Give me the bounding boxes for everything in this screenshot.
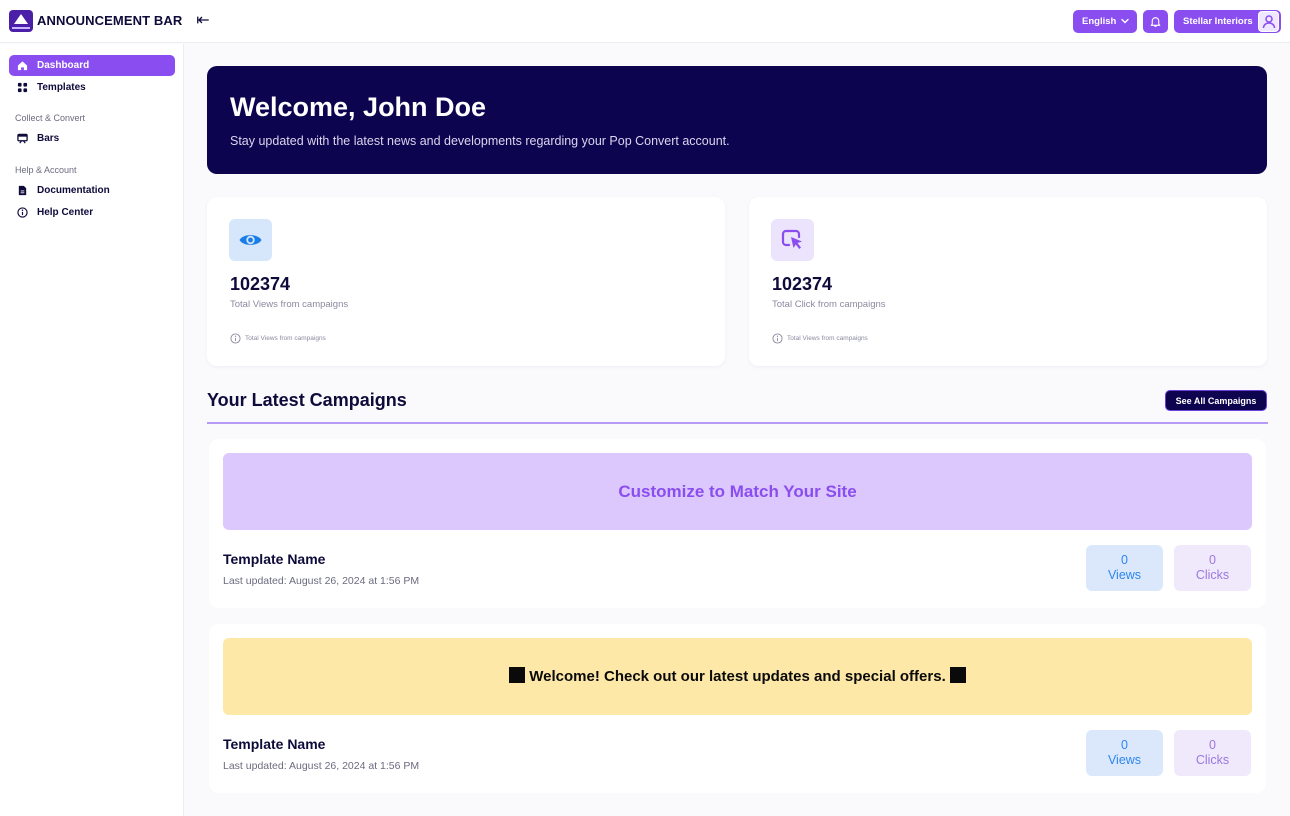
sidebar-item-help-center[interactable]: Help Center — [9, 202, 175, 223]
bar-icon — [17, 133, 28, 144]
stat-label: Total Click from campaigns — [772, 299, 886, 310]
campaign-preview-text: Customize to Match Your Site — [618, 482, 857, 501]
bell-icon — [1150, 17, 1161, 27]
section-title: Your Latest Campaigns — [207, 390, 407, 410]
square-icon — [949, 667, 966, 683]
chevron-down-icon — [1121, 18, 1129, 24]
stat-info: Total Views from campaigns — [772, 333, 868, 344]
user-icon — [1262, 15, 1276, 29]
sidebar-item-documentation[interactable]: Documentation — [9, 180, 175, 201]
stat-icon-box — [229, 219, 272, 261]
notifications-button[interactable] — [1143, 10, 1168, 33]
sidebar-item-label: Dashboard — [37, 60, 90, 71]
square-icon — [509, 667, 526, 683]
stat-card-clicks: 102374 Total Click from campaigns Total … — [749, 197, 1267, 366]
account-name: Stellar Interiors — [1183, 16, 1253, 27]
campaign-preview[interactable]: Customize to Match Your Site — [223, 453, 1252, 530]
home-icon — [17, 61, 28, 71]
language-label: English — [1082, 16, 1117, 27]
stat-label: Total Views from campaigns — [230, 299, 349, 310]
eye-icon — [239, 235, 262, 245]
campaign-preview[interactable]: Welcome! Check out our latest updates an… — [223, 638, 1252, 715]
info-icon — [772, 333, 783, 344]
clicks-metric[interactable]: 0 Clicks — [1174, 730, 1251, 776]
divider — [207, 422, 1268, 424]
campaign-name: Template Name — [223, 736, 326, 752]
welcome-subtitle: Stay updated with the latest news and de… — [230, 134, 730, 148]
language-dropdown[interactable]: English — [1073, 10, 1137, 33]
clicks-metric[interactable]: 0 Clicks — [1174, 545, 1251, 591]
document-icon — [18, 185, 27, 196]
campaign-card[interactable]: Customize to Match Your Site Template Na… — [209, 439, 1266, 608]
see-all-campaigns-button[interactable]: See All Campaigns — [1165, 390, 1267, 411]
campaign-name: Template Name — [223, 551, 326, 567]
campaign-card[interactable]: Welcome! Check out our latest updates an… — [209, 624, 1266, 793]
views-label: Views — [1107, 568, 1142, 582]
sidebar-item-label: Help Center — [37, 207, 94, 218]
sidebar-section-title: Help & Account — [15, 165, 77, 175]
views-metric[interactable]: 0 Views — [1086, 730, 1163, 776]
grid-icon — [17, 82, 28, 93]
sidebar-item-label: Templates — [37, 82, 86, 93]
welcome-banner: Welcome, John Doe Stay updated with the … — [207, 66, 1267, 174]
stat-value: 102374 — [230, 274, 291, 294]
info-icon — [17, 207, 28, 218]
app-logo — [9, 10, 33, 32]
sidebar: Dashboard Templates Collect & Convert Ba… — [0, 44, 184, 816]
sidebar-item-label: Bars — [37, 133, 60, 144]
views-count: 0 — [1121, 738, 1128, 752]
sidebar-item-dashboard[interactable]: Dashboard — [9, 55, 175, 76]
views-label: Views — [1107, 753, 1142, 767]
sidebar-item-templates[interactable]: Templates — [9, 77, 175, 98]
clicks-label: Clicks — [1195, 753, 1230, 767]
views-count: 0 — [1121, 553, 1128, 567]
app-title: ANNOUNCEMENT BAR — [37, 13, 183, 28]
stat-value: 102374 — [772, 274, 833, 294]
campaign-preview-text: Welcome! Check out our latest updates an… — [529, 668, 946, 685]
account-menu-button[interactable]: Stellar Interiors — [1174, 10, 1281, 33]
views-metric[interactable]: 0 Views — [1086, 545, 1163, 591]
campaign-updated: Last updated: August 26, 2024 at 1:56 PM — [223, 575, 420, 587]
info-icon — [230, 333, 241, 344]
stat-info-text: Total Views from campaigns — [245, 335, 326, 342]
campaign-updated: Last updated: August 26, 2024 at 1:56 PM — [223, 760, 420, 772]
sidebar-item-bars[interactable]: Bars — [9, 128, 175, 149]
clicks-count: 0 — [1209, 738, 1216, 752]
stat-icon-box — [771, 219, 814, 261]
clicks-label: Clicks — [1195, 568, 1230, 582]
collapse-sidebar-icon[interactable]: ⇤ — [193, 11, 213, 31]
sidebar-item-label: Documentation — [37, 185, 110, 196]
cursor-click-icon — [781, 229, 802, 249]
page-title: Welcome, John Doe — [230, 92, 487, 122]
avatar — [1258, 11, 1279, 32]
sidebar-section-title: Collect & Convert — [15, 113, 86, 123]
stat-info-text: Total Views from campaigns — [787, 335, 868, 342]
top-header: ANNOUNCEMENT BAR ⇤ English Stellar Inter… — [0, 0, 1290, 43]
clicks-count: 0 — [1209, 553, 1216, 567]
stat-card-views: 102374 Total Views from campaigns Total … — [207, 197, 725, 366]
stat-info: Total Views from campaigns — [230, 333, 326, 344]
